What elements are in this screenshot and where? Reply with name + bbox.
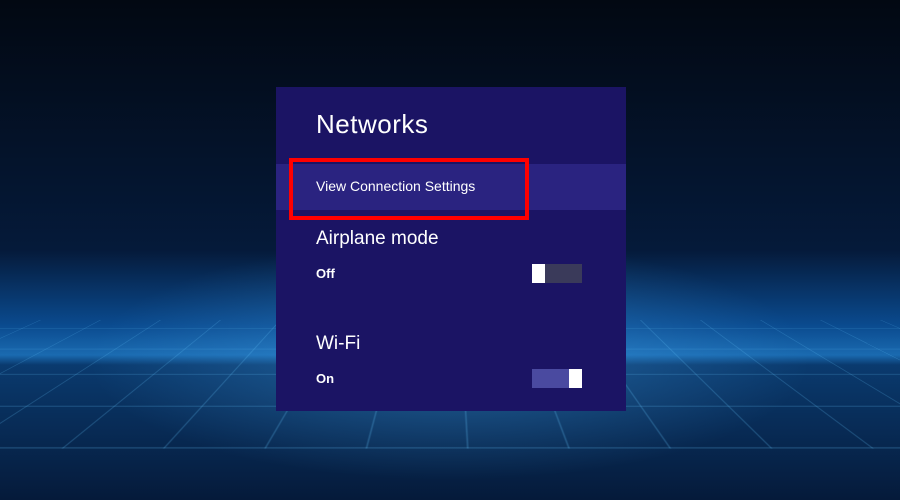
link-label: View Connection Settings (316, 178, 475, 194)
airplane-mode-title: Airplane mode (316, 228, 586, 250)
wifi-section: Wi-Fi On (276, 315, 626, 388)
wifi-toggle[interactable] (532, 369, 582, 388)
wifi-status: On (316, 371, 334, 386)
toggle-thumb (569, 369, 582, 388)
wifi-title: Wi-Fi (316, 333, 586, 355)
toggle-thumb (532, 264, 545, 283)
airplane-mode-status: Off (316, 266, 335, 281)
airplane-mode-section: Airplane mode Off (276, 210, 626, 283)
wifi-row: On (316, 369, 586, 388)
networks-panel: Networks View Connection Settings Airpla… (276, 87, 626, 411)
airplane-mode-toggle[interactable] (532, 264, 582, 283)
airplane-mode-row: Off (316, 264, 586, 283)
panel-title: Networks (276, 87, 626, 140)
view-connection-settings-link[interactable]: View Connection Settings (276, 164, 626, 210)
